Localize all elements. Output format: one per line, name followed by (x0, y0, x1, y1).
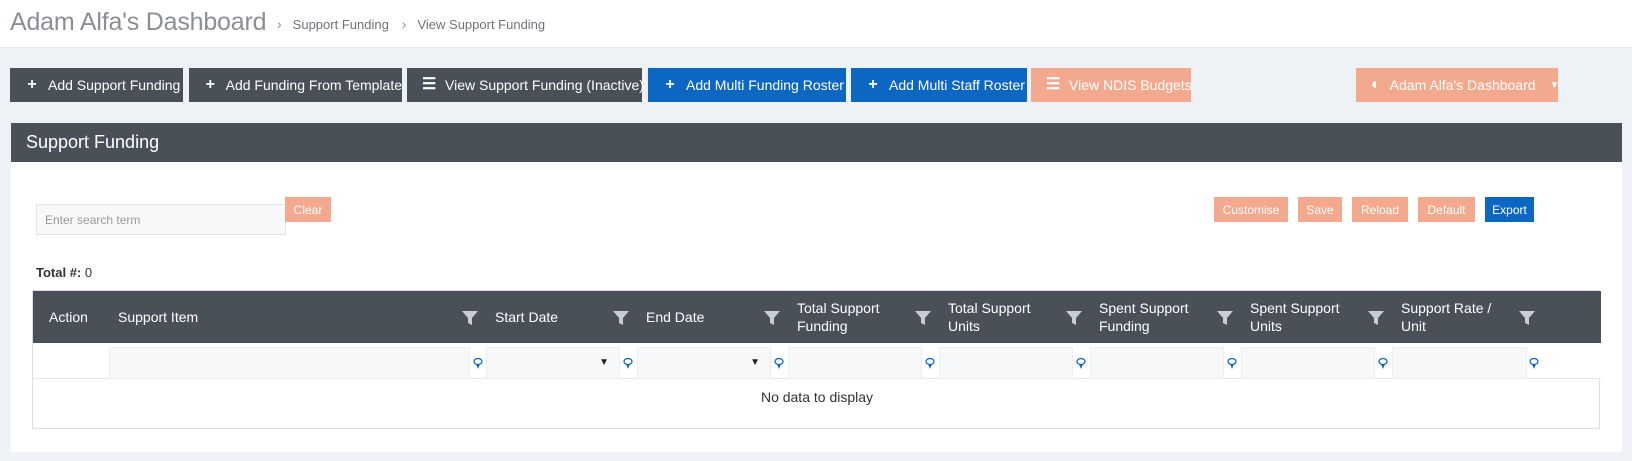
support-funding-grid: Action Support Item Start Date End Date … (32, 290, 1601, 429)
default-button[interactable]: Default (1418, 197, 1475, 222)
filter-options-icon[interactable] (623, 358, 633, 370)
reload-button[interactable]: Reload (1352, 197, 1408, 222)
spent-support-funding-filter-input[interactable] (1090, 347, 1224, 379)
column-header-end-date[interactable]: End Date (637, 291, 788, 343)
add-funding-from-template-button[interactable]: + Add Funding From Template (189, 68, 402, 102)
breadcrumb-support-funding[interactable]: Support Funding (293, 17, 389, 32)
column-header-total-support-units[interactable]: Total Support Units (939, 291, 1090, 343)
column-header-spent-support-funding[interactable]: Spent Support Funding (1090, 291, 1241, 343)
add-support-funding-button[interactable]: + Add Support Funding (10, 68, 183, 102)
total-support-units-filter-input[interactable] (939, 347, 1073, 379)
save-button[interactable]: Save (1298, 197, 1342, 222)
filter-icon[interactable] (1217, 310, 1233, 326)
breadcrumb: › Support Funding › View Support Funding (264, 16, 545, 32)
filter-options-icon[interactable] (925, 358, 935, 370)
filter-icon[interactable] (1519, 310, 1535, 326)
filter-icon[interactable] (1368, 310, 1384, 326)
page-title: Adam Alfa's Dashboard (10, 8, 267, 36)
filter-options-icon[interactable] (1227, 358, 1237, 370)
filter-options-icon[interactable] (1076, 358, 1086, 370)
filter-options-icon[interactable] (774, 358, 784, 370)
plus-icon: + (205, 76, 215, 93)
view-support-funding-inactive-button[interactable]: ☰ View Support Funding (Inactive) (407, 68, 644, 102)
view-ndis-budgets-button[interactable]: ☰ View NDIS Budgets (1031, 68, 1192, 102)
column-header-support-rate-unit[interactable]: Support Rate / Unit (1392, 291, 1543, 343)
support-item-filter-input[interactable] (109, 347, 470, 379)
list-icon: ☰ (1046, 76, 1061, 93)
dashboard-dropdown-button[interactable]: ◐ Adam Alfa's Dashboard ▼ (1356, 68, 1560, 102)
total-count: Total #: 0 (36, 265, 93, 280)
add-multi-funding-roster-button[interactable]: + Add Multi Funding Roster (648, 68, 846, 102)
filter-icon[interactable] (764, 310, 780, 326)
caret-down-icon: ▼ (750, 357, 760, 368)
filter-icon[interactable] (915, 310, 931, 326)
empty-state-text: No data to display (760, 389, 874, 405)
caret-down-icon: ▼ (599, 357, 609, 368)
breadcrumb-separator-icon: › (401, 16, 407, 32)
start-date-filter-select[interactable]: ▼ (486, 347, 620, 379)
total-support-funding-filter-input[interactable] (788, 347, 922, 379)
top-header: Adam Alfa's Dashboard › Support Funding … (0, 0, 1632, 48)
filter-options-icon[interactable] (1529, 358, 1539, 370)
list-icon: ☰ (422, 76, 437, 93)
plus-icon: + (27, 76, 37, 93)
column-header-start-date[interactable]: Start Date (486, 291, 637, 343)
panel-title: Support Funding (11, 123, 1622, 162)
add-multi-staff-roster-button[interactable]: + Add Multi Staff Roster (851, 68, 1027, 102)
dashboard-icon: ◐ (1371, 76, 1381, 93)
filter-icon[interactable] (1066, 310, 1082, 326)
breadcrumb-view-support-funding: View Support Funding (417, 16, 546, 32)
caret-down-icon: ▼ (1549, 79, 1560, 91)
column-header-support-item[interactable]: Support Item (109, 291, 486, 343)
export-button[interactable]: Export (1485, 197, 1534, 222)
grid-filter-row: ▼ ▼ (33, 343, 1601, 379)
clear-button[interactable]: Clear (285, 197, 331, 222)
spent-support-units-filter-input[interactable] (1241, 347, 1375, 379)
support-rate-unit-filter-input[interactable] (1392, 347, 1527, 379)
customise-button[interactable]: Customise (1214, 197, 1288, 222)
search-input[interactable]: Enter search term (36, 204, 286, 235)
filter-icon[interactable] (613, 310, 629, 326)
grid-header: Action Support Item Start Date End Date … (33, 291, 1601, 343)
filter-icon[interactable] (462, 310, 478, 326)
column-header-action: Action (49, 309, 88, 325)
column-header-spent-support-units[interactable]: Spent Support Units (1241, 291, 1392, 343)
filter-options-icon[interactable] (473, 358, 483, 370)
breadcrumb-separator-icon: › (277, 16, 282, 32)
column-header-total-support-funding[interactable]: Total Support Funding (788, 291, 939, 343)
plus-icon: + (868, 76, 878, 93)
plus-icon: + (665, 76, 675, 93)
end-date-filter-select[interactable]: ▼ (637, 347, 771, 379)
filter-options-icon[interactable] (1378, 358, 1388, 370)
